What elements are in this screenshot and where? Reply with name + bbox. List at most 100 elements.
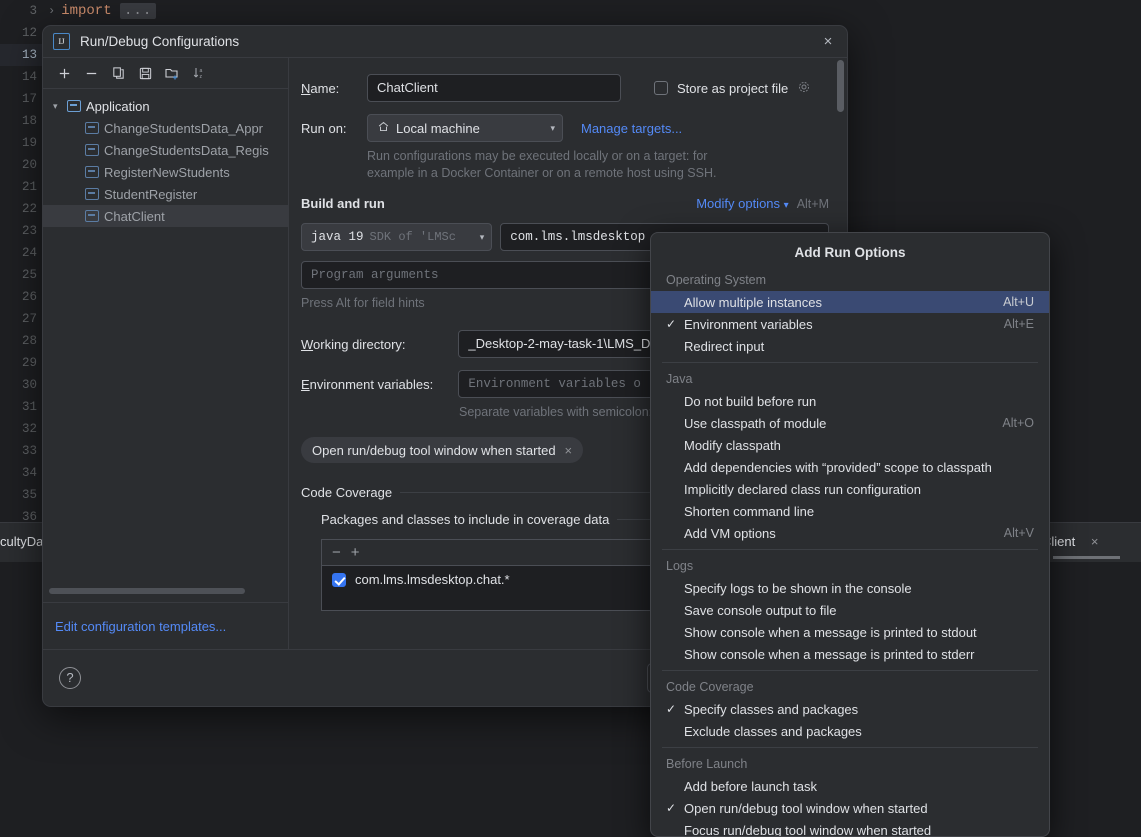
popup-group-label: Java [666, 372, 693, 386]
tree-item-changestudentsdata_regis[interactable]: ChangeStudentsData_Regis [43, 139, 288, 161]
gutter-line-number: 23 [21, 224, 37, 238]
popup-item-use-classpath-of-module[interactable]: Use classpath of module Alt+O [651, 412, 1049, 434]
coverage-entry-label: com.lms.lmsdesktop.chat.* [355, 572, 510, 587]
jre-combobox[interactable]: java 19 SDK of 'LMSc ▾ [301, 223, 493, 251]
popup-item-add-before-launch-task[interactable]: Add before launch task [651, 775, 1049, 797]
gutter-line-number: 3 [29, 4, 37, 18]
popup-item-shortcut: Alt+O [1002, 416, 1034, 430]
popup-item-save-console-output-to-file[interactable]: Save console output to file [651, 599, 1049, 621]
code-fold-dots[interactable]: ... [120, 3, 157, 19]
popup-item-show-console-when-a-message-is-printed-to-stdout[interactable]: Show console when a message is printed t… [651, 621, 1049, 643]
run-on-combobox[interactable]: Local machine ▾ [367, 114, 563, 142]
popup-group-label: Code Coverage [666, 680, 754, 694]
left-panel-footer: Edit configuration templates... [43, 602, 288, 649]
popup-item-show-console-when-a-message-is-printed-to-stderr[interactable]: Show console when a message is printed t… [651, 643, 1049, 665]
tree-item-studentregister[interactable]: StudentRegister [43, 183, 288, 205]
background-tab-left-label[interactable]: cultyDa [0, 530, 43, 554]
build-and-run-title: Build and run [301, 196, 385, 211]
popup-item-do-not-build-before-run[interactable]: Do not build before run [651, 390, 1049, 412]
popup-item-specify-classes-and-packages[interactable]: ✓ Specify classes and packages [651, 698, 1049, 720]
gutter-line-number: 14 [0, 66, 55, 88]
close-icon[interactable]: × [565, 443, 573, 458]
gutter-line-number: 22 [21, 202, 37, 216]
popup-item-specify-logs-to-be-shown-in-the-console[interactable]: Specify logs to be shown in the console [651, 577, 1049, 599]
popup-item-add-vm-options[interactable]: Add VM options Alt+V [651, 522, 1049, 544]
popup-item-modify-classpath[interactable]: Modify classpath [651, 434, 1049, 456]
settings-vertical-scrollbar[interactable] [837, 60, 844, 112]
tree-item-chatclient[interactable]: ChatClient [43, 205, 288, 227]
remove-coverage-entry-button[interactable]: − [332, 544, 341, 561]
close-icon[interactable]: × [1091, 534, 1099, 549]
run-on-hint: Run configurations may be executed local… [367, 148, 829, 182]
dialog-titlebar: Run/Debug Configurations × [43, 26, 847, 58]
tree-item-label: ChangeStudentsData_Appr [104, 120, 264, 136]
background-tab-right[interactable]: Client × [1042, 530, 1098, 554]
popup-item-allow-multiple-instances[interactable]: Allow multiple instances Alt+U [651, 291, 1049, 313]
gutter-line-number: 20 [21, 158, 37, 172]
chevron-down-icon[interactable]: ▾ [480, 232, 485, 243]
popup-item-open-run-debug-tool-window-when-started[interactable]: ✓ Open run/debug tool window when started [651, 797, 1049, 819]
copy-configuration-button[interactable] [107, 62, 129, 84]
edit-configuration-templates-link[interactable]: Edit configuration templates... [55, 619, 226, 634]
store-as-project-file-label: Store as project file [677, 80, 789, 96]
sort-configurations-button[interactable]: az [188, 62, 210, 84]
tree-item-registernewstudents[interactable]: RegisterNewStudents [43, 161, 288, 183]
home-icon [377, 120, 390, 136]
popup-items-container: Operating System Allow multiple instances… [651, 269, 1049, 837]
gear-icon[interactable] [797, 80, 811, 97]
popup-item-environment-variables[interactable]: ✓ Environment variables Alt+E [651, 313, 1049, 335]
popup-separator [662, 747, 1038, 748]
add-coverage-entry-button[interactable]: + [351, 544, 360, 561]
configurations-tree[interactable]: ▾ Application ChangeStudentsData_Appr Chang… [43, 89, 288, 588]
popup-item-label: Specify classes and packages [684, 701, 859, 717]
help-button[interactable]: ? [59, 667, 81, 689]
active-tab-underline [1053, 556, 1120, 559]
modify-options-label: Modify options [696, 196, 781, 211]
jre-version: java 19 [311, 230, 364, 244]
popup-item-label: Open run/debug tool window when started [684, 800, 928, 816]
popup-item-label: Add before launch task [684, 778, 817, 794]
environment-variables-label: Environment variables: [301, 376, 434, 392]
chevron-down-icon[interactable]: ▾ [53, 101, 67, 112]
popup-item-exclude-classes-and-packages[interactable]: Exclude classes and packages [651, 720, 1049, 742]
name-input[interactable]: ChatClient [367, 74, 621, 102]
popup-item-add-dependencies-with-provided-scope-to-classpath[interactable]: Add dependencies with “provided” scope t… [651, 456, 1049, 478]
configurations-panel: az ▾ Application ChangeStudentsData_Appr Ch… [43, 58, 289, 649]
popup-separator [662, 670, 1038, 671]
close-icon[interactable]: × [819, 33, 837, 51]
remove-configuration-button[interactable] [80, 62, 102, 84]
popup-item-shortcut: Alt+E [1003, 317, 1034, 331]
add-configuration-button[interactable] [53, 62, 75, 84]
tree-horizontal-scrollbar[interactable] [43, 588, 288, 602]
tree-item-changestudentsdata_appr[interactable]: ChangeStudentsData_Appr [43, 117, 288, 139]
new-folder-button[interactable] [161, 62, 183, 84]
modify-options-button[interactable]: Modify options ▾ [696, 196, 788, 211]
store-as-project-file-row[interactable]: Store as project file [654, 80, 811, 97]
coverage-entry-checkbox[interactable] [332, 573, 346, 587]
popup-item-label: Allow multiple instances [684, 294, 823, 310]
tree-item-label: RegisterNewStudents [104, 164, 230, 180]
editor-gutter: 3 12 13 14 17 18 19 20 21 22 23 24 25 26 27 28 29 30 31 32 3… [0, 0, 55, 560]
popup-group-label: Before Launch [666, 757, 748, 771]
chevron-down-icon[interactable]: ▾ [550, 123, 555, 134]
tree-group-application[interactable]: ▾ Application [43, 95, 288, 117]
tree-item-label: ChatClient [104, 208, 165, 224]
store-as-project-file-checkbox[interactable] [654, 81, 668, 95]
gutter-line-number: 12 [21, 26, 37, 40]
save-configuration-button[interactable] [134, 62, 156, 84]
popup-item-label: Use classpath of module [684, 415, 827, 431]
popup-item-shorten-command-line[interactable]: Shorten command line [651, 500, 1049, 522]
popup-separator [662, 362, 1038, 363]
popup-item-implicitly-declared-class-run-configuration[interactable]: Implicitly declared class run configurat… [651, 478, 1049, 500]
application-icon [67, 100, 81, 112]
popup-item-redirect-input[interactable]: Redirect input [651, 335, 1049, 357]
dialog-title: Run/Debug Configurations [80, 34, 240, 49]
open-tool-window-chip[interactable]: Open run/debug tool window when started … [301, 437, 584, 463]
popup-item-label: Show console when a message is printed t… [684, 646, 975, 662]
popup-item-focus-run-debug-tool-window-when-started[interactable]: Focus run/debug tool window when started [651, 819, 1049, 837]
run-on-value: Local machine [396, 120, 480, 136]
fold-chevron-icon[interactable]: › [48, 4, 55, 18]
code-coverage-title: Code Coverage [301, 485, 393, 500]
popup-item-label: Modify classpath [684, 437, 781, 453]
manage-targets-link[interactable]: Manage targets... [581, 121, 682, 136]
